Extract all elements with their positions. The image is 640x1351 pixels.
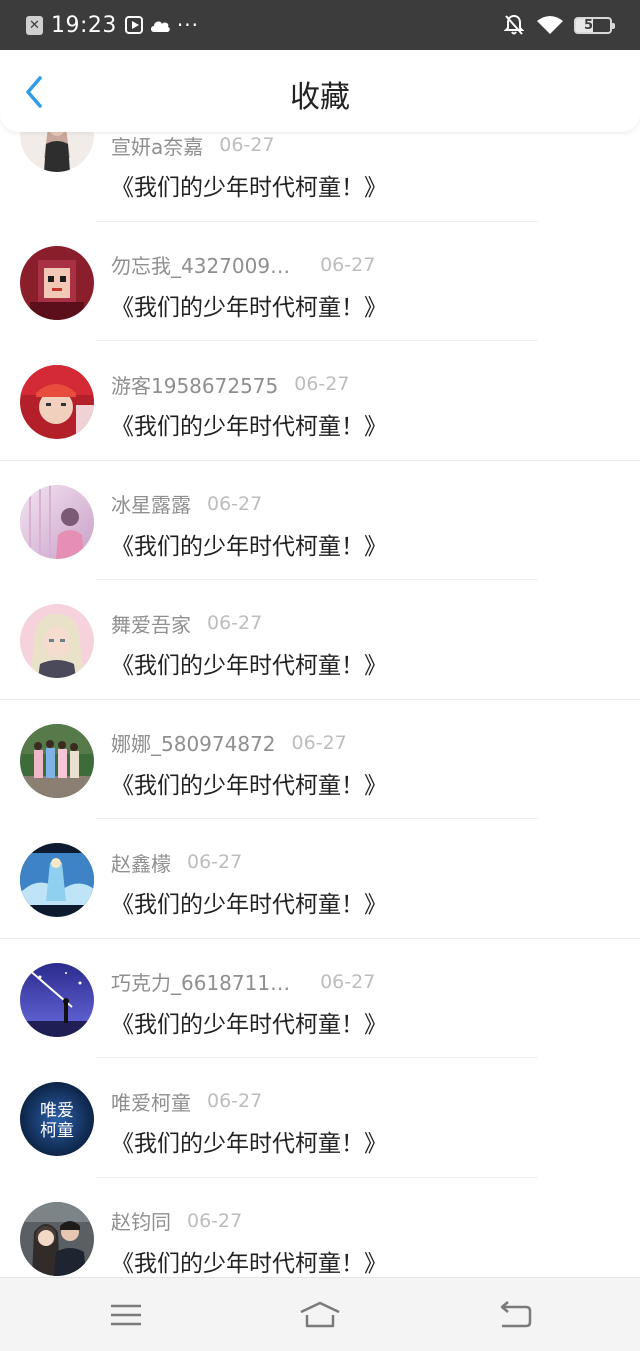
- mute-bell-icon: [504, 14, 524, 35]
- date: 06-27: [294, 373, 350, 395]
- date: 06-27: [207, 1090, 263, 1112]
- item-meta: 赵鑫檬 06-27: [111, 847, 242, 877]
- list-item[interactable]: 娜娜_580974872 06-27 《我们的少年时代柯童！》: [0, 700, 640, 819]
- wifi-icon: [537, 16, 563, 34]
- date: 06-27: [320, 253, 376, 276]
- menu-icon[interactable]: [106, 1300, 146, 1330]
- list-item[interactable]: 勿忘我_4327009… 06-27 《我们的少年时代柯童！》: [0, 222, 640, 341]
- cloud-icon: [150, 21, 170, 32]
- item-title: 《我们的少年时代柯童！》: [111, 533, 387, 560]
- avatar-blonde-cosplay-icon: [20, 604, 94, 678]
- item-title: 《我们的少年时代柯童！》: [111, 1131, 387, 1157]
- avatar-anime-night-sky-icon: [20, 962, 94, 1037]
- avatar: 唯爱 柯童: [20, 1082, 94, 1156]
- date: 06-27: [320, 970, 376, 993]
- item-meta: 舞爱吾家 06-27: [111, 608, 262, 638]
- item-title: 《我们的少年时代柯童！》: [111, 294, 387, 321]
- item-title: 《我们的少年时代柯童！》: [111, 1250, 387, 1277]
- avatar: [20, 843, 94, 917]
- avatar-text-logo-icon: 唯爱 柯童: [20, 1082, 94, 1156]
- item-meta: 冰星露露 06-27: [111, 489, 262, 519]
- list-item[interactable]: 赵鑫檬 06-27 《我们的少年时代柯童！》: [0, 819, 640, 939]
- date: 06-27: [207, 612, 263, 634]
- avatar-pink-scene-icon: [20, 484, 94, 559]
- date: 06-27: [291, 731, 347, 754]
- username[interactable]: 赵鑫檬: [111, 848, 171, 877]
- date: 06-27: [207, 492, 263, 515]
- list-item[interactable]: 唯爱 柯童 唯爱柯童 06-27 《我们的少年时代柯童！》: [0, 1058, 640, 1178]
- item-title: 《我们的少年时代柯童！》: [111, 414, 387, 440]
- avatar: [20, 365, 94, 439]
- avatar-frozen-elsa-icon: [20, 843, 94, 917]
- list-item[interactable]: 游客1958672575 06-27 《我们的少年时代柯童！》: [0, 341, 640, 461]
- favorites-list: 宣妍a奈嘉 06-27 《我们的少年时代柯童！》 勿忘我_4327009… 06…: [0, 132, 640, 1277]
- username[interactable]: 娜娜_580974872: [111, 728, 276, 757]
- username[interactable]: 游客1958672575: [111, 370, 278, 399]
- battery-level: 50: [583, 17, 603, 33]
- list-item[interactable]: 舞爱吾家 06-27 《我们的少年时代柯童！》: [0, 580, 640, 700]
- username[interactable]: 冰星露露: [111, 489, 191, 518]
- avatar-pixel-art-icon: [20, 245, 94, 320]
- avatar: [20, 723, 94, 798]
- avatar: [20, 962, 94, 1037]
- battery-icon: 50: [574, 16, 615, 34]
- avatar-logo-text-bottom: 柯童: [40, 1121, 74, 1141]
- screen: ✕ 19:23 ··· 50 收藏 宣妍a奈嘉 06-27 《我们的少年时代柯童…: [0, 0, 640, 1351]
- video-app-icon: [124, 16, 143, 34]
- item-title: 《我们的少年时代柯童！》: [111, 175, 387, 201]
- avatar: [20, 1201, 94, 1276]
- item-meta: 游客1958672575 06-27: [111, 369, 349, 399]
- username[interactable]: 唯爱柯童: [111, 1087, 191, 1116]
- avatar-logo-text-top: 唯爱: [40, 1101, 74, 1121]
- date: 06-27: [187, 851, 243, 873]
- avatar: [20, 604, 94, 678]
- avatar: [20, 245, 94, 320]
- item-title: 《我们的少年时代柯童！》: [111, 653, 387, 679]
- more-notifications-indicator: ···: [176, 13, 199, 37]
- status-bar: ✕ 19:23 ··· 50: [0, 0, 640, 50]
- username[interactable]: 舞爱吾家: [111, 609, 191, 638]
- system-nav-bar: [0, 1277, 640, 1351]
- header: 收藏: [0, 50, 640, 132]
- page-title: 收藏: [290, 80, 350, 115]
- item-meta: 赵钧同 06-27: [111, 1206, 242, 1236]
- avatar: [20, 484, 94, 559]
- username[interactable]: 勿忘我_4327009…: [111, 250, 290, 279]
- avatar-couple-photo-icon: [20, 1201, 94, 1276]
- close-notification-icon: ✕: [26, 15, 43, 35]
- list-item[interactable]: 巧克力_6618711… 06-27 《我们的少年时代柯童！》: [0, 939, 640, 1058]
- list-item[interactable]: 冰星露露 06-27 《我们的少年时代柯童！》: [0, 461, 640, 580]
- username[interactable]: 赵钧同: [111, 1206, 171, 1235]
- username[interactable]: 巧克力_6618711…: [111, 967, 290, 996]
- home-icon[interactable]: [298, 1300, 342, 1330]
- status-time: 19:23: [51, 12, 117, 38]
- item-meta: 唯爱柯童 06-27: [111, 1086, 262, 1116]
- item-title: 《我们的少年时代柯童！》: [111, 1011, 387, 1038]
- item-meta: 巧克力_6618711… 06-27: [111, 967, 375, 997]
- item-meta: 娜娜_580974872 06-27: [111, 728, 347, 758]
- list-item[interactable]: 赵钧同 06-27 《我们的少年时代柯童！》: [0, 1178, 640, 1278]
- avatar-boy-cap-icon: [20, 365, 94, 439]
- item-meta: 勿忘我_4327009… 06-27: [111, 250, 375, 280]
- date: 06-27: [187, 1209, 243, 1232]
- avatar-group-photo-icon: [20, 723, 94, 798]
- back-icon[interactable]: [496, 1300, 536, 1330]
- item-title: 《我们的少年时代柯童！》: [111, 892, 387, 918]
- item-title: 《我们的少年时代柯童！》: [111, 772, 387, 799]
